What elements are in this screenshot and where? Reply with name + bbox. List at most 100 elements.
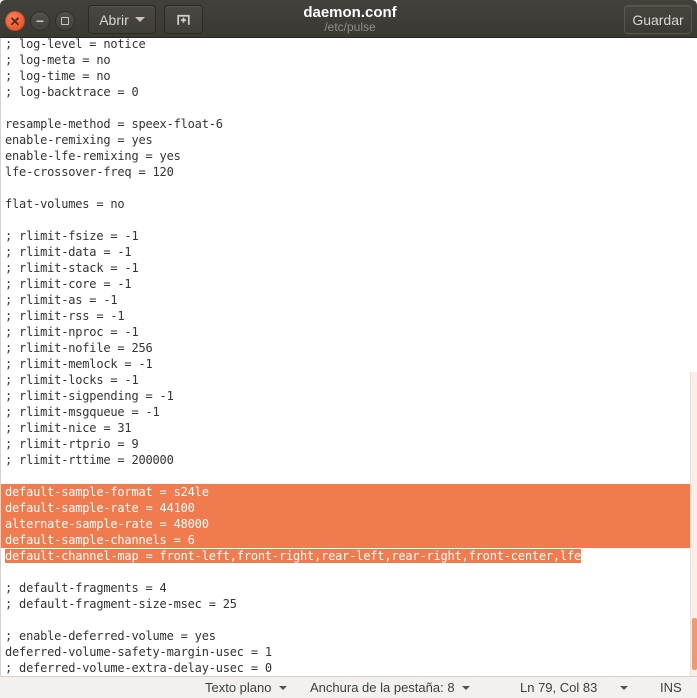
minimize-button[interactable]: − [30,11,50,31]
editor-line-text: ; enable-deferred-volume = yes [5,629,216,643]
insert-mode-indicator: INS [660,677,682,698]
new-document-button[interactable] [164,5,203,34]
gedit-window: ✕ − Abrir daemon.conf /etc/pulse Guardar [0,0,697,698]
editor-line[interactable]: ; log-backtrace = 0 [1,84,691,100]
editor-line-text: ; rlimit-fsize = -1 [5,229,138,243]
chevron-down-icon [620,686,628,690]
goto-line-dropdown[interactable] [620,677,628,698]
editor-line[interactable] [1,564,691,580]
editor-line[interactable]: ; rlimit-rttime = 200000 [1,452,691,468]
minimize-icon: − [31,12,49,30]
editor-line-text: ; log-backtrace = 0 [5,85,138,99]
editor-line-text: ; rlimit-data = -1 [5,245,131,259]
editor-line-text: default-sample-format = s24le [5,485,209,499]
editor-line[interactable]: ; rlimit-core = -1 [1,276,691,292]
window-titles: daemon.conf /etc/pulse [200,0,500,38]
scrollbar-thumb[interactable] [692,618,697,670]
editor-line-text: ; deferred-volume-extra-delay-usec = 0 [5,661,272,675]
editor-line-text: ; rlimit-stack = -1 [5,261,138,275]
editor-line[interactable]: ; log-time = no [1,68,691,84]
editor-line[interactable]: default-sample-rate = 44100 [1,500,691,516]
editor-line-text: ; rlimit-nproc = -1 [5,325,138,339]
editor-line[interactable]: ; rlimit-memlock = -1 [1,356,691,372]
close-button[interactable]: ✕ [5,11,25,31]
editor-line-text: ; log-level = notice [5,38,146,51]
editor-line[interactable]: lfe-crossover-freq = 120 [1,164,691,180]
open-button-label: Abrir [99,12,129,28]
editor-line[interactable] [1,212,691,228]
editor-line-text: resample-method = speex-float-6 [5,117,223,131]
window-subtitle: /etc/pulse [200,21,500,33]
editor-line[interactable]: ; log-level = notice [1,38,691,52]
editor-line-text: flat-volumes = no [5,197,124,211]
editor-line[interactable]: deferred-volume-safety-margin-usec = 1 [1,644,691,660]
editor-line-text: enable-lfe-remixing = yes [5,149,181,163]
editor-line[interactable]: flat-volumes = no [1,196,691,212]
editor-line[interactable]: ; rlimit-nproc = -1 [1,324,691,340]
editor-line[interactable]: default-sample-format = s24le [1,484,691,500]
editor-line-text: ; rlimit-nice = 31 [5,421,131,435]
maximize-button[interactable] [55,11,75,31]
editor-line[interactable]: ; rlimit-sigpending = -1 [1,388,691,404]
save-button-label: Guardar [632,12,683,28]
editor-line[interactable]: ; deferred-volume-extra-delay-usec = 0 [1,660,691,676]
open-button[interactable]: Abrir [88,5,156,34]
chevron-down-icon [279,686,287,690]
cursor-position-label: Ln 79, Col 83 [520,680,597,695]
scrollbar-track[interactable] [690,372,697,676]
chevron-down-icon [135,17,145,22]
editor-line-text: lfe-crossover-freq = 120 [5,165,174,179]
editor-line[interactable]: ; rlimit-data = -1 [1,244,691,260]
status-bar: Texto plano Anchura de la pestaña: 8 Ln … [0,676,697,698]
editor-line[interactable] [1,468,691,484]
header-bar: ✕ − Abrir daemon.conf /etc/pulse Guardar [0,0,697,38]
editor-line[interactable]: ; default-fragment-size-msec = 25 [1,596,691,612]
editor-line[interactable]: ; rlimit-stack = -1 [1,260,691,276]
editor-line-text: ; log-time = no [5,69,110,83]
editor-line[interactable]: ; rlimit-rtprio = 9 [1,436,691,452]
cursor-position[interactable]: Ln 79, Col 83 [520,677,597,698]
save-button[interactable]: Guardar [624,5,692,34]
editor-line[interactable]: default-channel-map = front-left,front-r… [1,548,691,564]
editor-line[interactable]: resample-method = speex-float-6 [1,116,691,132]
editor-line[interactable]: alternate-sample-rate = 48000 [1,516,691,532]
editor-line-text: ; rlimit-rss = -1 [5,309,124,323]
editor-line-text: ; log-meta = no [5,53,110,67]
editor-line[interactable]: ; rlimit-nofile = 256 [1,340,691,356]
editor-line[interactable] [1,180,691,196]
editor-line-text: ; rlimit-rttime = 200000 [5,453,174,467]
editor-line-text: ; rlimit-core = -1 [5,277,131,291]
editor-line[interactable]: ; default-fragments = 4 [1,580,691,596]
editor-line[interactable]: default-sample-channels = 6 [1,532,691,548]
editor-line-text: default-channel-map = front-left,front-r… [5,549,581,563]
editor-line[interactable]: ; log-meta = no [1,52,691,68]
editor-line[interactable] [1,100,691,116]
editor-line-text: enable-remixing = yes [5,133,153,147]
insert-mode-label: INS [660,680,682,695]
tab-width-selector[interactable]: Anchura de la pestaña: 8 [310,677,470,698]
editor-line-text: alternate-sample-rate = 48000 [5,517,209,531]
editor-line[interactable]: enable-lfe-remixing = yes [1,148,691,164]
editor-line[interactable]: ; rlimit-rss = -1 [1,308,691,324]
editor-line[interactable]: ; rlimit-as = -1 [1,292,691,308]
text-editor-area[interactable]: ; log-level = notice ; log-meta = no ; log… [0,38,697,676]
tab-width-label: Anchura de la pestaña: 8 [310,680,455,695]
editor-line[interactable]: ; rlimit-fsize = -1 [1,228,691,244]
new-tab-icon [175,11,192,28]
editor-line-text: ; rlimit-msgqueue = -1 [5,405,160,419]
maximize-icon [56,12,74,30]
language-label: Texto plano [205,680,272,695]
editor-line[interactable]: enable-remixing = yes [1,132,691,148]
editor-line-text: ; rlimit-sigpending = -1 [5,389,174,403]
editor-line[interactable]: ; rlimit-nice = 31 [1,420,691,436]
editor-line[interactable]: ; rlimit-locks = -1 [1,372,691,388]
language-selector[interactable]: Texto plano [205,677,287,698]
editor-line-text: ; rlimit-memlock = -1 [5,357,153,371]
editor-line-text: ; rlimit-rtprio = 9 [5,437,138,451]
editor-line[interactable]: ; rlimit-msgqueue = -1 [1,404,691,420]
editor-line[interactable]: ; enable-deferred-volume = yes [1,628,691,644]
editor-line-text: ; default-fragment-size-msec = 25 [5,597,237,611]
editor-line-text: default-sample-rate = 44100 [5,501,195,515]
editor-line[interactable] [1,612,691,628]
editor-line-text: default-sample-channels = 6 [5,533,195,547]
